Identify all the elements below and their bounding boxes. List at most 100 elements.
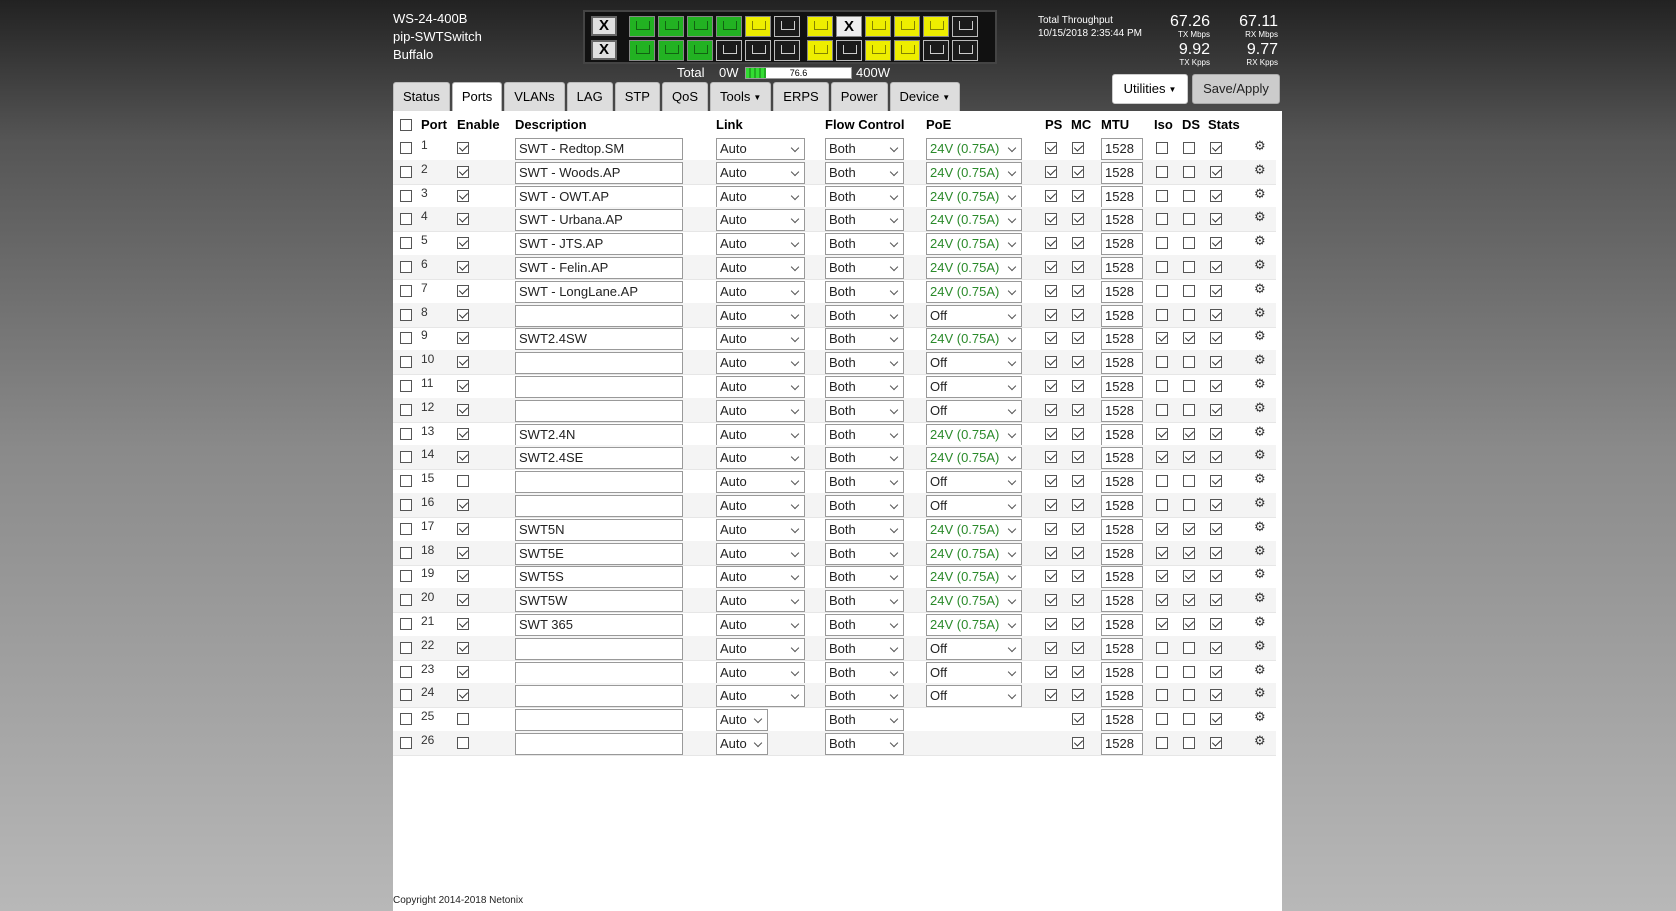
mc-checkbox[interactable] bbox=[1072, 165, 1084, 178]
flow-control-select[interactable]: Both bbox=[825, 661, 904, 684]
link-select[interactable]: Auto bbox=[716, 280, 805, 303]
mc-checkbox[interactable] bbox=[1072, 570, 1084, 583]
iso-checkbox[interactable] bbox=[1156, 308, 1168, 321]
link-select[interactable]: Auto bbox=[716, 257, 805, 279]
mc-checkbox[interactable] bbox=[1072, 261, 1084, 273]
row-select-checkbox[interactable] bbox=[400, 356, 412, 369]
description-input[interactable] bbox=[515, 304, 683, 327]
port-led[interactable] bbox=[807, 16, 833, 37]
stats-checkbox[interactable] bbox=[1210, 570, 1222, 583]
flow-control-select[interactable]: Both bbox=[825, 257, 904, 279]
mtu-input[interactable]: 1528 bbox=[1101, 471, 1143, 494]
mtu-input[interactable]: 1528 bbox=[1101, 185, 1143, 208]
tab-vlans[interactable]: VLANs bbox=[504, 82, 565, 111]
row-select-checkbox[interactable] bbox=[400, 189, 412, 202]
gear-icon[interactable]: ⚙ bbox=[1254, 471, 1266, 487]
mtu-input[interactable]: 1528 bbox=[1101, 399, 1143, 422]
iso-checkbox[interactable] bbox=[1156, 689, 1168, 702]
enable-checkbox[interactable] bbox=[457, 641, 469, 654]
ps-checkbox[interactable] bbox=[1045, 356, 1057, 369]
ps-checkbox[interactable] bbox=[1045, 189, 1057, 202]
mc-checkbox[interactable] bbox=[1072, 689, 1084, 702]
poe-select[interactable]: Off bbox=[926, 685, 1022, 708]
mtu-input[interactable]: 1528 bbox=[1101, 209, 1143, 232]
mc-checkbox[interactable] bbox=[1072, 142, 1084, 154]
flow-control-select[interactable]: Both bbox=[825, 685, 904, 708]
mtu-input[interactable]: 1528 bbox=[1101, 685, 1143, 708]
port-led[interactable] bbox=[894, 16, 920, 37]
ds-checkbox[interactable] bbox=[1183, 189, 1195, 202]
ds-checkbox[interactable] bbox=[1183, 332, 1195, 345]
flow-control-select[interactable]: Both bbox=[825, 471, 904, 494]
ps-checkbox[interactable] bbox=[1045, 237, 1057, 250]
link-select[interactable]: Auto bbox=[716, 423, 805, 446]
mtu-input[interactable]: 1528 bbox=[1101, 566, 1143, 589]
mtu-input[interactable]: 1528 bbox=[1101, 495, 1143, 517]
stats-checkbox[interactable] bbox=[1210, 427, 1222, 440]
iso-checkbox[interactable] bbox=[1156, 522, 1168, 535]
gear-icon[interactable]: ⚙ bbox=[1254, 662, 1266, 678]
stats-checkbox[interactable] bbox=[1210, 618, 1222, 630]
mc-checkbox[interactable] bbox=[1072, 380, 1084, 392]
stats-checkbox[interactable] bbox=[1210, 451, 1222, 464]
ds-checkbox[interactable] bbox=[1183, 356, 1195, 369]
gear-icon[interactable]: ⚙ bbox=[1254, 162, 1266, 178]
gear-icon[interactable]: ⚙ bbox=[1254, 566, 1266, 582]
iso-checkbox[interactable] bbox=[1156, 618, 1168, 630]
poe-select[interactable]: 24V (0.75A) bbox=[926, 257, 1022, 279]
flow-control-select[interactable]: Both bbox=[825, 280, 904, 303]
iso-checkbox[interactable] bbox=[1156, 403, 1168, 416]
ps-checkbox[interactable] bbox=[1045, 142, 1057, 154]
poe-select[interactable]: 24V (0.75A) bbox=[926, 328, 1022, 351]
mtu-input[interactable]: 1528 bbox=[1101, 257, 1143, 279]
row-select-checkbox[interactable] bbox=[400, 665, 412, 678]
ps-checkbox[interactable] bbox=[1045, 284, 1057, 297]
mtu-input[interactable]: 1528 bbox=[1101, 542, 1143, 565]
mc-checkbox[interactable] bbox=[1072, 594, 1084, 607]
description-input[interactable]: SWT - Felin.AP bbox=[515, 257, 683, 279]
poe-select[interactable]: 24V (0.75A) bbox=[926, 447, 1022, 470]
link-select[interactable]: Auto bbox=[716, 161, 805, 184]
tab-status[interactable]: Status bbox=[393, 82, 450, 111]
mtu-input[interactable]: 1528 bbox=[1101, 637, 1143, 660]
row-select-checkbox[interactable] bbox=[400, 499, 412, 511]
poe-select[interactable]: Off bbox=[926, 399, 1022, 422]
iso-checkbox[interactable] bbox=[1156, 380, 1168, 392]
mc-checkbox[interactable] bbox=[1072, 427, 1084, 440]
mtu-input[interactable]: 1528 bbox=[1101, 304, 1143, 327]
flow-control-select[interactable]: Both bbox=[825, 138, 904, 160]
iso-checkbox[interactable] bbox=[1156, 713, 1168, 726]
description-input[interactable] bbox=[515, 709, 683, 732]
ds-checkbox[interactable] bbox=[1183, 380, 1195, 392]
iso-checkbox[interactable] bbox=[1156, 284, 1168, 297]
gear-icon[interactable]: ⚙ bbox=[1254, 495, 1266, 511]
enable-checkbox[interactable] bbox=[457, 737, 469, 749]
mc-checkbox[interactable] bbox=[1072, 475, 1084, 488]
flow-control-select[interactable]: Both bbox=[825, 423, 904, 446]
port-led[interactable] bbox=[952, 40, 978, 61]
stats-checkbox[interactable] bbox=[1210, 689, 1222, 702]
flow-control-select[interactable]: Both bbox=[825, 399, 904, 422]
enable-checkbox[interactable] bbox=[457, 189, 469, 202]
ds-checkbox[interactable] bbox=[1183, 237, 1195, 250]
description-input[interactable]: SWT2.4N bbox=[515, 423, 683, 446]
description-input[interactable]: SWT - Woods.AP bbox=[515, 161, 683, 184]
enable-checkbox[interactable] bbox=[457, 237, 469, 250]
flow-control-select[interactable]: Both bbox=[825, 376, 904, 398]
row-select-checkbox[interactable] bbox=[400, 237, 412, 250]
link-select[interactable]: Auto bbox=[716, 733, 768, 755]
stats-checkbox[interactable] bbox=[1210, 308, 1222, 321]
gear-icon[interactable]: ⚙ bbox=[1254, 614, 1266, 630]
iso-checkbox[interactable] bbox=[1156, 142, 1168, 154]
stats-checkbox[interactable] bbox=[1210, 189, 1222, 202]
ds-checkbox[interactable] bbox=[1183, 737, 1195, 749]
flow-control-select[interactable]: Both bbox=[825, 209, 904, 232]
stats-checkbox[interactable] bbox=[1210, 737, 1222, 749]
row-select-checkbox[interactable] bbox=[400, 451, 412, 464]
iso-checkbox[interactable] bbox=[1156, 737, 1168, 749]
flow-control-select[interactable]: Both bbox=[825, 566, 904, 589]
ps-checkbox[interactable] bbox=[1045, 546, 1057, 559]
port-led[interactable] bbox=[658, 16, 684, 37]
description-input[interactable] bbox=[515, 399, 683, 422]
enable-checkbox[interactable] bbox=[457, 618, 469, 630]
